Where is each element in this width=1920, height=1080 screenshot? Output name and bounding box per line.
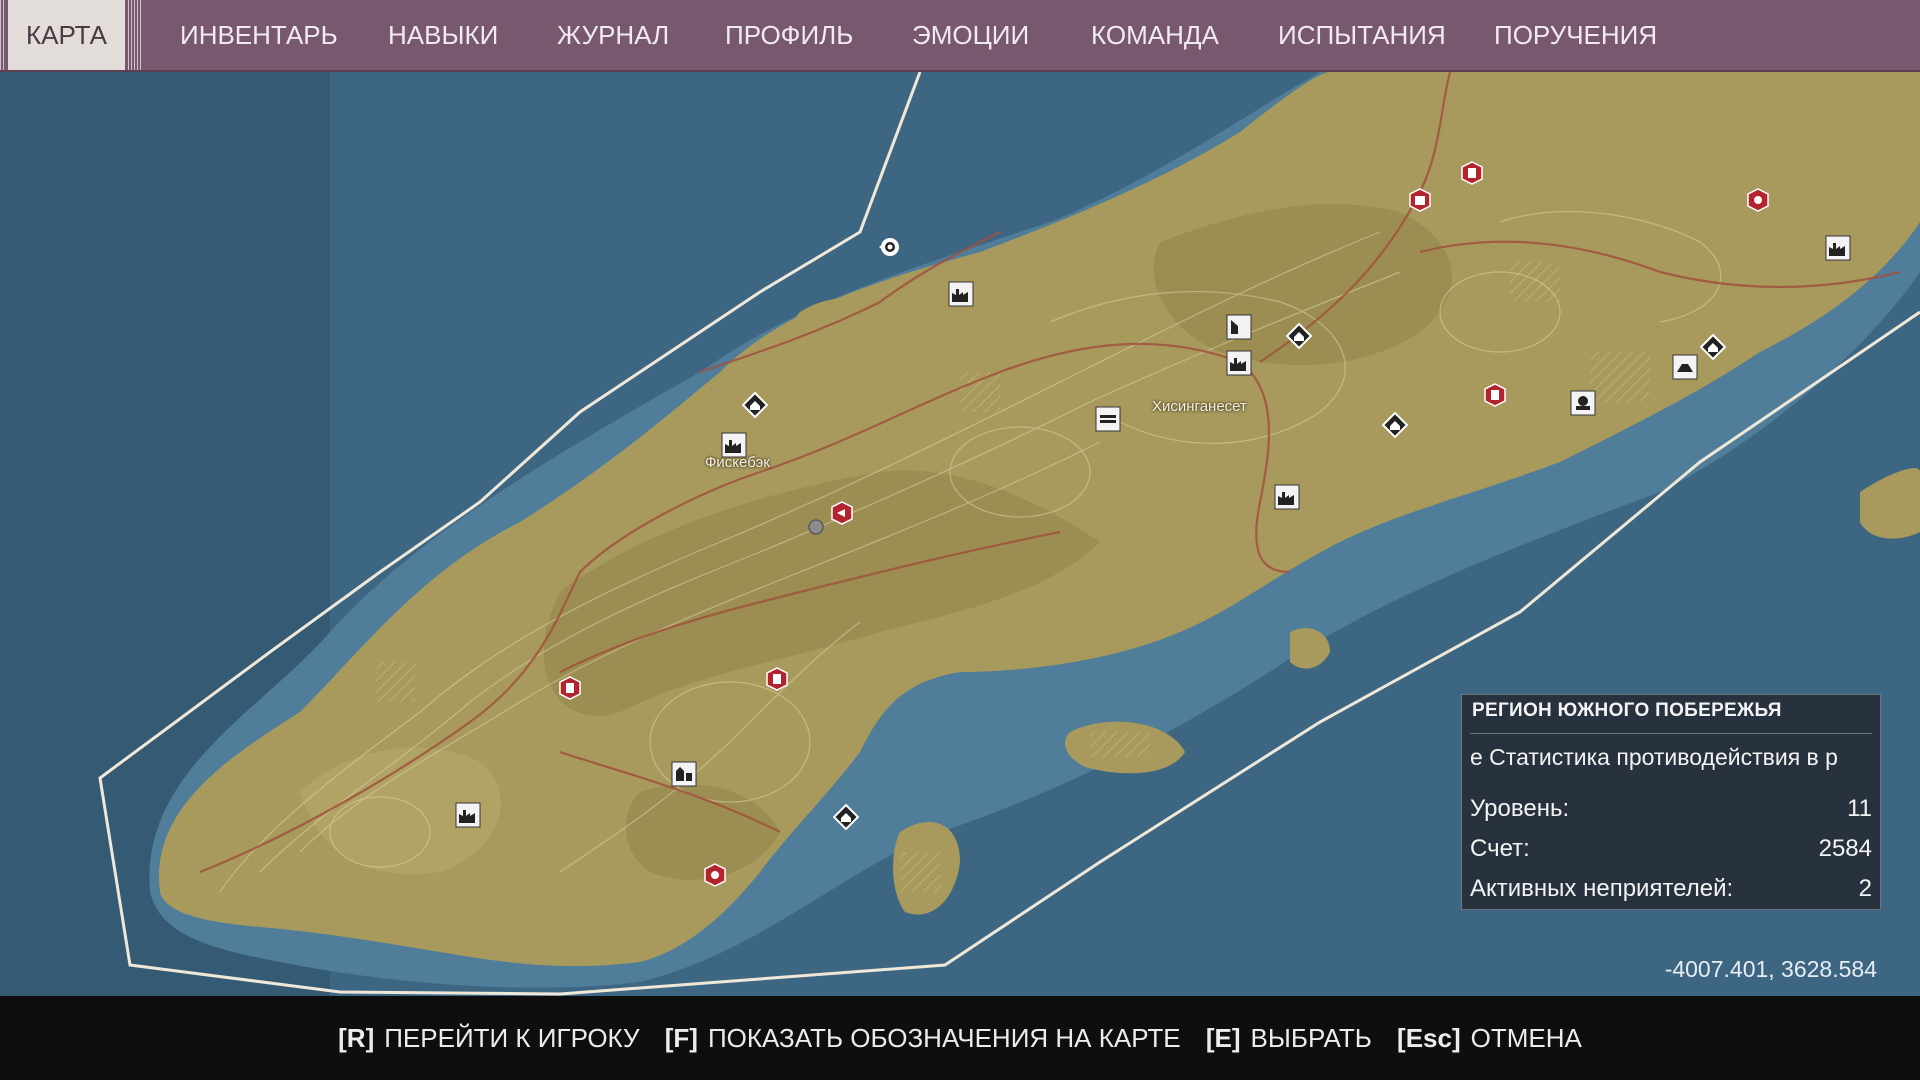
factory-icon[interactable] xyxy=(671,761,697,787)
factory-icon[interactable] xyxy=(948,281,974,307)
hint-key: [Esc] xyxy=(1397,1023,1461,1053)
bunker-icon[interactable] xyxy=(1095,406,1121,432)
hint-label: ОТМЕНА xyxy=(1470,1023,1582,1053)
controls-hint-bar: [R] ПЕРЕЙТИ К ИГРОКУ [F] ПОКАЗАТЬ ОБОЗНАЧЕ… xyxy=(0,996,1920,1080)
tab-decoration xyxy=(0,0,4,70)
region-row-enemies: Активных неприятелей: 2 xyxy=(1470,871,1872,907)
hint-key: [E] xyxy=(1205,1023,1241,1053)
tab-team[interactable]: КОМАНДА xyxy=(1091,0,1219,70)
region-divider xyxy=(1470,733,1872,734)
hint-label: ПОКАЗАТЬ ОБОЗНАЧЕНИЯ НА КАРТЕ xyxy=(707,1023,1181,1053)
tab-journal[interactable]: ЖУРНАЛ xyxy=(557,0,669,70)
tab-profile[interactable]: ПРОФИЛЬ xyxy=(725,0,853,70)
score-label: Счет: xyxy=(1470,835,1530,862)
factory-icon[interactable] xyxy=(455,802,481,828)
red-hexagon-icon[interactable] xyxy=(1482,382,1508,408)
hint-select[interactable]: [E] ВЫБРАТЬ xyxy=(1206,996,1372,1080)
region-stats-ticker: е Статистика противодействия в р xyxy=(1470,744,1838,770)
tab-challenges[interactable]: ИСПЫТАНИЯ xyxy=(1278,0,1446,70)
factory-icon[interactable] xyxy=(1274,484,1300,510)
factory-icon[interactable] xyxy=(1226,350,1252,376)
enemies-label: Активных неприятелей: xyxy=(1470,875,1734,902)
town-label-fiskebak: Фискебэк xyxy=(705,454,770,471)
region-title: РЕГИОН ЮЖНОГО ПОБЕРЕЖЬЯ xyxy=(1472,700,1782,721)
region-row-score: Счет: 2584 xyxy=(1470,831,1872,867)
cursor-coordinates: -4007.401, 3628.584 xyxy=(1664,956,1877,982)
hint-cancel[interactable]: [Esc] ОТМЕНА xyxy=(1397,996,1582,1080)
tab-emotes[interactable]: ЭМОЦИИ xyxy=(912,0,1029,70)
hint-show-legend[interactable]: [F] ПОКАЗАТЬ ОБОЗНАЧЕНИЯ НА КАРТЕ xyxy=(665,996,1181,1080)
checkpoint-icon[interactable] xyxy=(1226,314,1252,340)
red-hexagon-icon[interactable] xyxy=(1407,187,1433,213)
tab-map[interactable]: КАРТА xyxy=(0,0,145,70)
safehouse-diamond-icon[interactable] xyxy=(1382,412,1408,438)
level-label: Уровень: xyxy=(1470,795,1570,822)
tab-skills[interactable]: НАВЫКИ xyxy=(388,0,498,70)
red-hexagon-icon[interactable] xyxy=(764,666,790,692)
hint-label: ВЫБРАТЬ xyxy=(1250,1023,1372,1053)
world-map[interactable]: Фискебэк Хисинганесет РЕГИОН ЮЖНОГО ПОБЕ… xyxy=(0,72,1920,996)
red-hexagon-icon[interactable] xyxy=(1745,187,1771,213)
factory-icon[interactable] xyxy=(1570,390,1596,416)
red-hexagon-icon[interactable] xyxy=(1459,160,1485,186)
tab-assignments[interactable]: ПОРУЧЕНИЯ xyxy=(1494,0,1657,70)
factory-icon[interactable] xyxy=(1825,235,1851,261)
red-hexagon-icon[interactable] xyxy=(702,862,728,888)
region-row-level: Уровень: 11 xyxy=(1470,791,1872,827)
top-nav-bar: КАРТА ИНВЕНТАРЬ НАВЫКИ ЖУРНАЛ ПРОФИЛЬ ЭМ… xyxy=(0,0,1920,72)
safehouse-diamond-icon[interactable] xyxy=(833,804,859,830)
region-info-panel: РЕГИОН ЮЖНОГО ПОБЕРЕЖЬЯ е Статистика про… xyxy=(1461,694,1881,910)
safehouse-diamond-icon[interactable] xyxy=(1286,323,1312,349)
hint-label: ПЕРЕЙТИ К ИГРОКУ xyxy=(384,1023,640,1053)
red-hexagon-icon[interactable] xyxy=(829,500,855,526)
hint-key: [R] xyxy=(338,1023,375,1053)
town-label-hisinganeset: Хисинганесет xyxy=(1152,398,1247,415)
checkpoint-icon[interactable] xyxy=(1672,354,1698,380)
tab-map-label: КАРТА xyxy=(8,0,125,70)
hint-key: [F] xyxy=(664,1023,698,1053)
tab-decoration xyxy=(128,0,143,70)
enemies-value: 2 xyxy=(1858,875,1872,902)
hint-go-to-player[interactable]: [R] ПЕРЕЙТИ К ИГРОКУ xyxy=(338,996,639,1080)
score-value: 2584 xyxy=(1818,835,1872,862)
safehouse-diamond-icon[interactable] xyxy=(1700,334,1726,360)
level-value: 11 xyxy=(1847,795,1872,822)
red-hexagon-icon[interactable] xyxy=(557,675,583,701)
player-marker-icon[interactable] xyxy=(877,234,903,260)
safehouse-diamond-icon[interactable] xyxy=(742,392,768,418)
tab-inventory[interactable]: ИНВЕНТАРЬ xyxy=(180,0,338,70)
